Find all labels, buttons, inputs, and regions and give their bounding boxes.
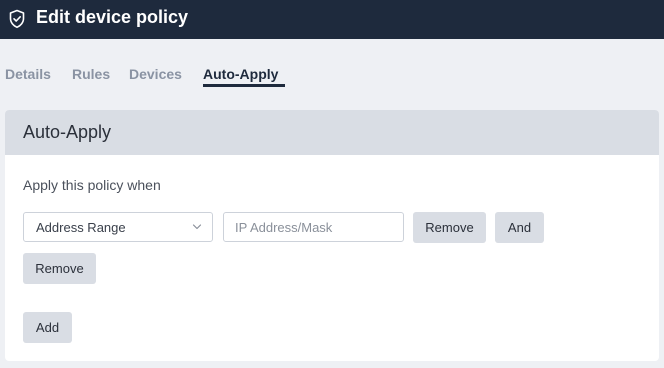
condition-type-value: Address Range <box>36 220 126 235</box>
and-condition-button[interactable]: And <box>495 212 544 243</box>
tab-devices[interactable]: Devices <box>129 66 182 82</box>
ip-address-mask-input[interactable] <box>223 212 404 242</box>
tab-bar: Details Rules Devices Auto-Apply <box>0 60 664 94</box>
card-title: Auto-Apply <box>23 122 112 142</box>
tab-details[interactable]: Details <box>5 66 51 82</box>
condition-type-select[interactable]: Address Range <box>23 212 213 242</box>
tab-auto-apply[interactable]: Auto-Apply <box>203 66 278 82</box>
page-title: Edit device policy <box>36 7 189 27</box>
auto-apply-card: Auto-Apply Apply this policy when Addres… <box>5 110 659 361</box>
apply-policy-description: Apply this policy when <box>23 177 161 193</box>
active-tab-indicator <box>203 84 285 87</box>
add-button[interactable]: Add <box>23 312 72 343</box>
remove-group-button[interactable]: Remove <box>23 253 96 284</box>
remove-condition-button[interactable]: Remove <box>413 212 486 243</box>
tab-rules[interactable]: Rules <box>72 66 110 82</box>
shield-check-icon <box>9 9 25 29</box>
top-bar: Edit device policy <box>0 0 664 39</box>
card-header: Auto-Apply <box>5 110 659 155</box>
chevron-down-icon <box>192 224 202 230</box>
